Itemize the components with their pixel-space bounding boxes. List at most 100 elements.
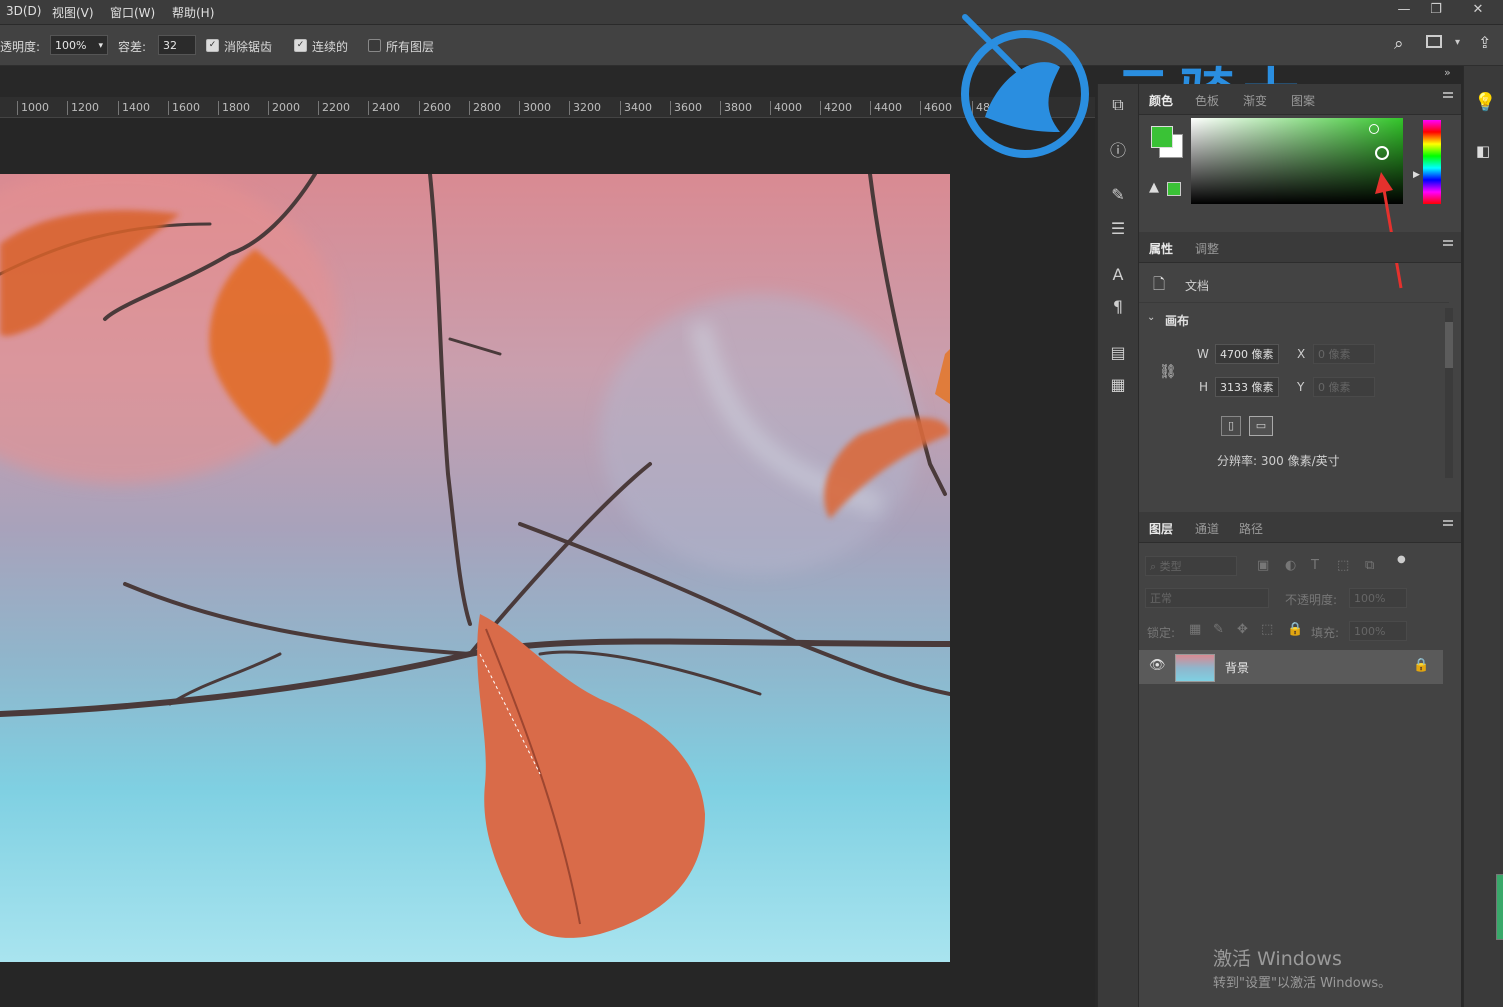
tab-properties[interactable]: 属性 xyxy=(1149,240,1173,257)
paragraph-icon[interactable]: ¶ xyxy=(1106,296,1130,318)
opacity-input[interactable]: 100% ▾ xyxy=(50,35,108,55)
ruler-tick: 3200 xyxy=(569,101,601,115)
color-picker-ring[interactable] xyxy=(1375,146,1389,160)
blend-mode-select[interactable]: 正常 xyxy=(1145,588,1269,608)
lock-transparent-icon[interactable]: ▦ xyxy=(1189,622,1201,637)
ruler-tick: 3800 xyxy=(720,101,752,115)
all-layers-checkbox[interactable] xyxy=(368,39,381,52)
tab-paths[interactable]: 路径 xyxy=(1239,520,1263,537)
lock-icon[interactable]: 🔒 xyxy=(1413,658,1429,673)
tab-adjustments[interactable]: 调整 xyxy=(1195,240,1219,257)
antialias-checkbox[interactable]: ✓ xyxy=(206,39,219,52)
menu-view[interactable]: 视图(V) xyxy=(52,4,94,21)
landscape-orientation-icon[interactable]: ▭ xyxy=(1249,416,1273,436)
filter-toggle-icon[interactable]: ● xyxy=(1397,554,1406,565)
ruler-tick: 4200 xyxy=(820,101,852,115)
expand-panels-icon[interactable]: » xyxy=(1444,66,1451,79)
libraries-icon[interactable]: ▤ xyxy=(1106,342,1130,364)
tab-channels[interactable]: 通道 xyxy=(1195,520,1219,537)
height-field[interactable]: 3133 像素 xyxy=(1215,377,1279,397)
gamut-warning-swatch[interactable] xyxy=(1167,182,1181,196)
character-icon[interactable]: A xyxy=(1106,264,1130,286)
history-icon[interactable]: ⧉ xyxy=(1106,94,1130,116)
ruler-tick: 2600 xyxy=(419,101,451,115)
menu-window[interactable]: 窗口(W) xyxy=(110,4,155,21)
document-image[interactable] xyxy=(0,174,950,962)
tab-swatches[interactable]: 色板 xyxy=(1195,92,1219,109)
ruler-tick: 1400 xyxy=(118,101,150,115)
width-label: W xyxy=(1197,347,1209,361)
workspace-icon[interactable] xyxy=(1426,35,1442,48)
ruler-tick: 1800 xyxy=(218,101,250,115)
foreground-color-swatch[interactable] xyxy=(1151,126,1173,148)
ruler-tick: 2000 xyxy=(268,101,300,115)
panel-menu-icon[interactable] xyxy=(1443,240,1453,246)
layer-row[interactable]: 👁 背景 🔒 xyxy=(1139,650,1443,684)
tolerance-label: 容差: xyxy=(118,40,147,54)
hue-slider[interactable] xyxy=(1423,120,1441,204)
info-icon[interactable]: ⓘ xyxy=(1106,140,1130,162)
right-icon-column: 💡 ◧ xyxy=(1463,66,1503,1007)
portrait-orientation-icon[interactable]: ▯ xyxy=(1221,416,1241,436)
adjustment-filter-icon[interactable]: ◐ xyxy=(1285,558,1296,573)
panel-menu-icon[interactable] xyxy=(1443,92,1453,98)
properties-panel-tabs: 属性 调整 xyxy=(1139,232,1461,263)
y-field[interactable]: 0 像素 xyxy=(1313,377,1375,397)
export-panel-icon[interactable]: ◧ xyxy=(1476,142,1490,160)
fill-field[interactable]: 100% xyxy=(1349,621,1407,641)
y-label: Y xyxy=(1297,380,1305,394)
panels-dock: 颜色 色板 渐变 图案 ▲ ▶ 属性 调整 🗋 文档 ⌄ 画布 W 4700 像… xyxy=(1139,84,1461,1007)
adjustments-sliders-icon[interactable]: ☰ xyxy=(1106,218,1130,240)
layer-opacity-field[interactable]: 100% xyxy=(1349,588,1407,608)
eye-icon[interactable]: 👁 xyxy=(1149,658,1166,673)
layer-thumbnail xyxy=(1175,654,1215,682)
chevron-down-icon[interactable]: ⌄ xyxy=(1147,312,1155,323)
lock-all-icon[interactable]: 🔒 xyxy=(1287,622,1303,637)
menu-3d[interactable]: 3D(D) xyxy=(6,4,41,18)
tab-color[interactable]: 颜色 xyxy=(1149,92,1173,109)
tolerance-input[interactable]: 32 xyxy=(158,35,196,55)
panel-menu-icon[interactable] xyxy=(1443,520,1453,526)
restore-icon[interactable]: ❐ xyxy=(1422,0,1450,22)
ruler-tick: 1000 xyxy=(17,101,49,115)
lock-label: 锁定: xyxy=(1147,626,1176,640)
brush-settings-icon[interactable]: ✎ xyxy=(1106,184,1130,206)
type-filter-icon[interactable]: T xyxy=(1311,558,1319,573)
divider xyxy=(1139,302,1449,303)
shape-filter-icon[interactable]: ⬚ xyxy=(1337,558,1349,573)
image-filter-icon[interactable]: ▣ xyxy=(1257,558,1269,573)
photo-illustration xyxy=(0,174,950,938)
layer-filter-select[interactable]: ⌕ 类型 xyxy=(1145,556,1237,576)
contiguous-checkbox[interactable]: ✓ xyxy=(294,39,307,52)
layer-name[interactable]: 背景 xyxy=(1225,659,1249,676)
contiguous-label: 连续的 xyxy=(312,40,349,54)
lock-artboard-icon[interactable]: ⬚ xyxy=(1261,622,1273,637)
resolution-text: 分辨率: 300 像素/英寸 xyxy=(1217,454,1340,468)
scrollbar-thumb[interactable] xyxy=(1445,322,1453,368)
color-picker-ring xyxy=(1369,124,1379,134)
scrollbar-track[interactable] xyxy=(1445,308,1453,478)
opacity-value: 100% xyxy=(55,39,87,52)
lock-paint-icon[interactable]: ✎ xyxy=(1213,622,1224,637)
color-panel-tabs: 颜色 色板 渐变 图案 xyxy=(1139,84,1461,115)
all-layers-label: 所有图层 xyxy=(386,40,435,54)
document-icon: 🗋 xyxy=(1153,275,1166,293)
tab-patterns[interactable]: 图案 xyxy=(1291,92,1315,109)
warning-icon: ▲ xyxy=(1149,180,1159,195)
width-field[interactable]: 4700 像素 xyxy=(1215,344,1279,364)
x-field[interactable]: 0 像素 xyxy=(1313,344,1375,364)
lightbulb-icon[interactable]: 💡 xyxy=(1474,92,1496,113)
close-icon[interactable]: ✕ xyxy=(1464,0,1492,22)
notes-icon[interactable]: ▦ xyxy=(1106,374,1130,396)
canvas-section-label: 画布 xyxy=(1165,314,1190,328)
ruler-tick: 3600 xyxy=(670,101,702,115)
link-chain-icon[interactable]: ⛓ xyxy=(1159,364,1177,380)
lock-move-icon[interactable]: ✥ xyxy=(1237,622,1248,637)
menu-help[interactable]: 帮助(H) xyxy=(172,4,214,21)
ruler-tick: 1200 xyxy=(67,101,99,115)
tab-layers[interactable]: 图层 xyxy=(1149,520,1173,537)
chevron-down-icon[interactable]: ▾ xyxy=(1455,37,1460,48)
smart-object-filter-icon[interactable]: ⧉ xyxy=(1365,558,1374,573)
share-icon[interactable]: ⇪ xyxy=(1478,33,1491,52)
tab-gradients[interactable]: 渐变 xyxy=(1243,92,1267,109)
